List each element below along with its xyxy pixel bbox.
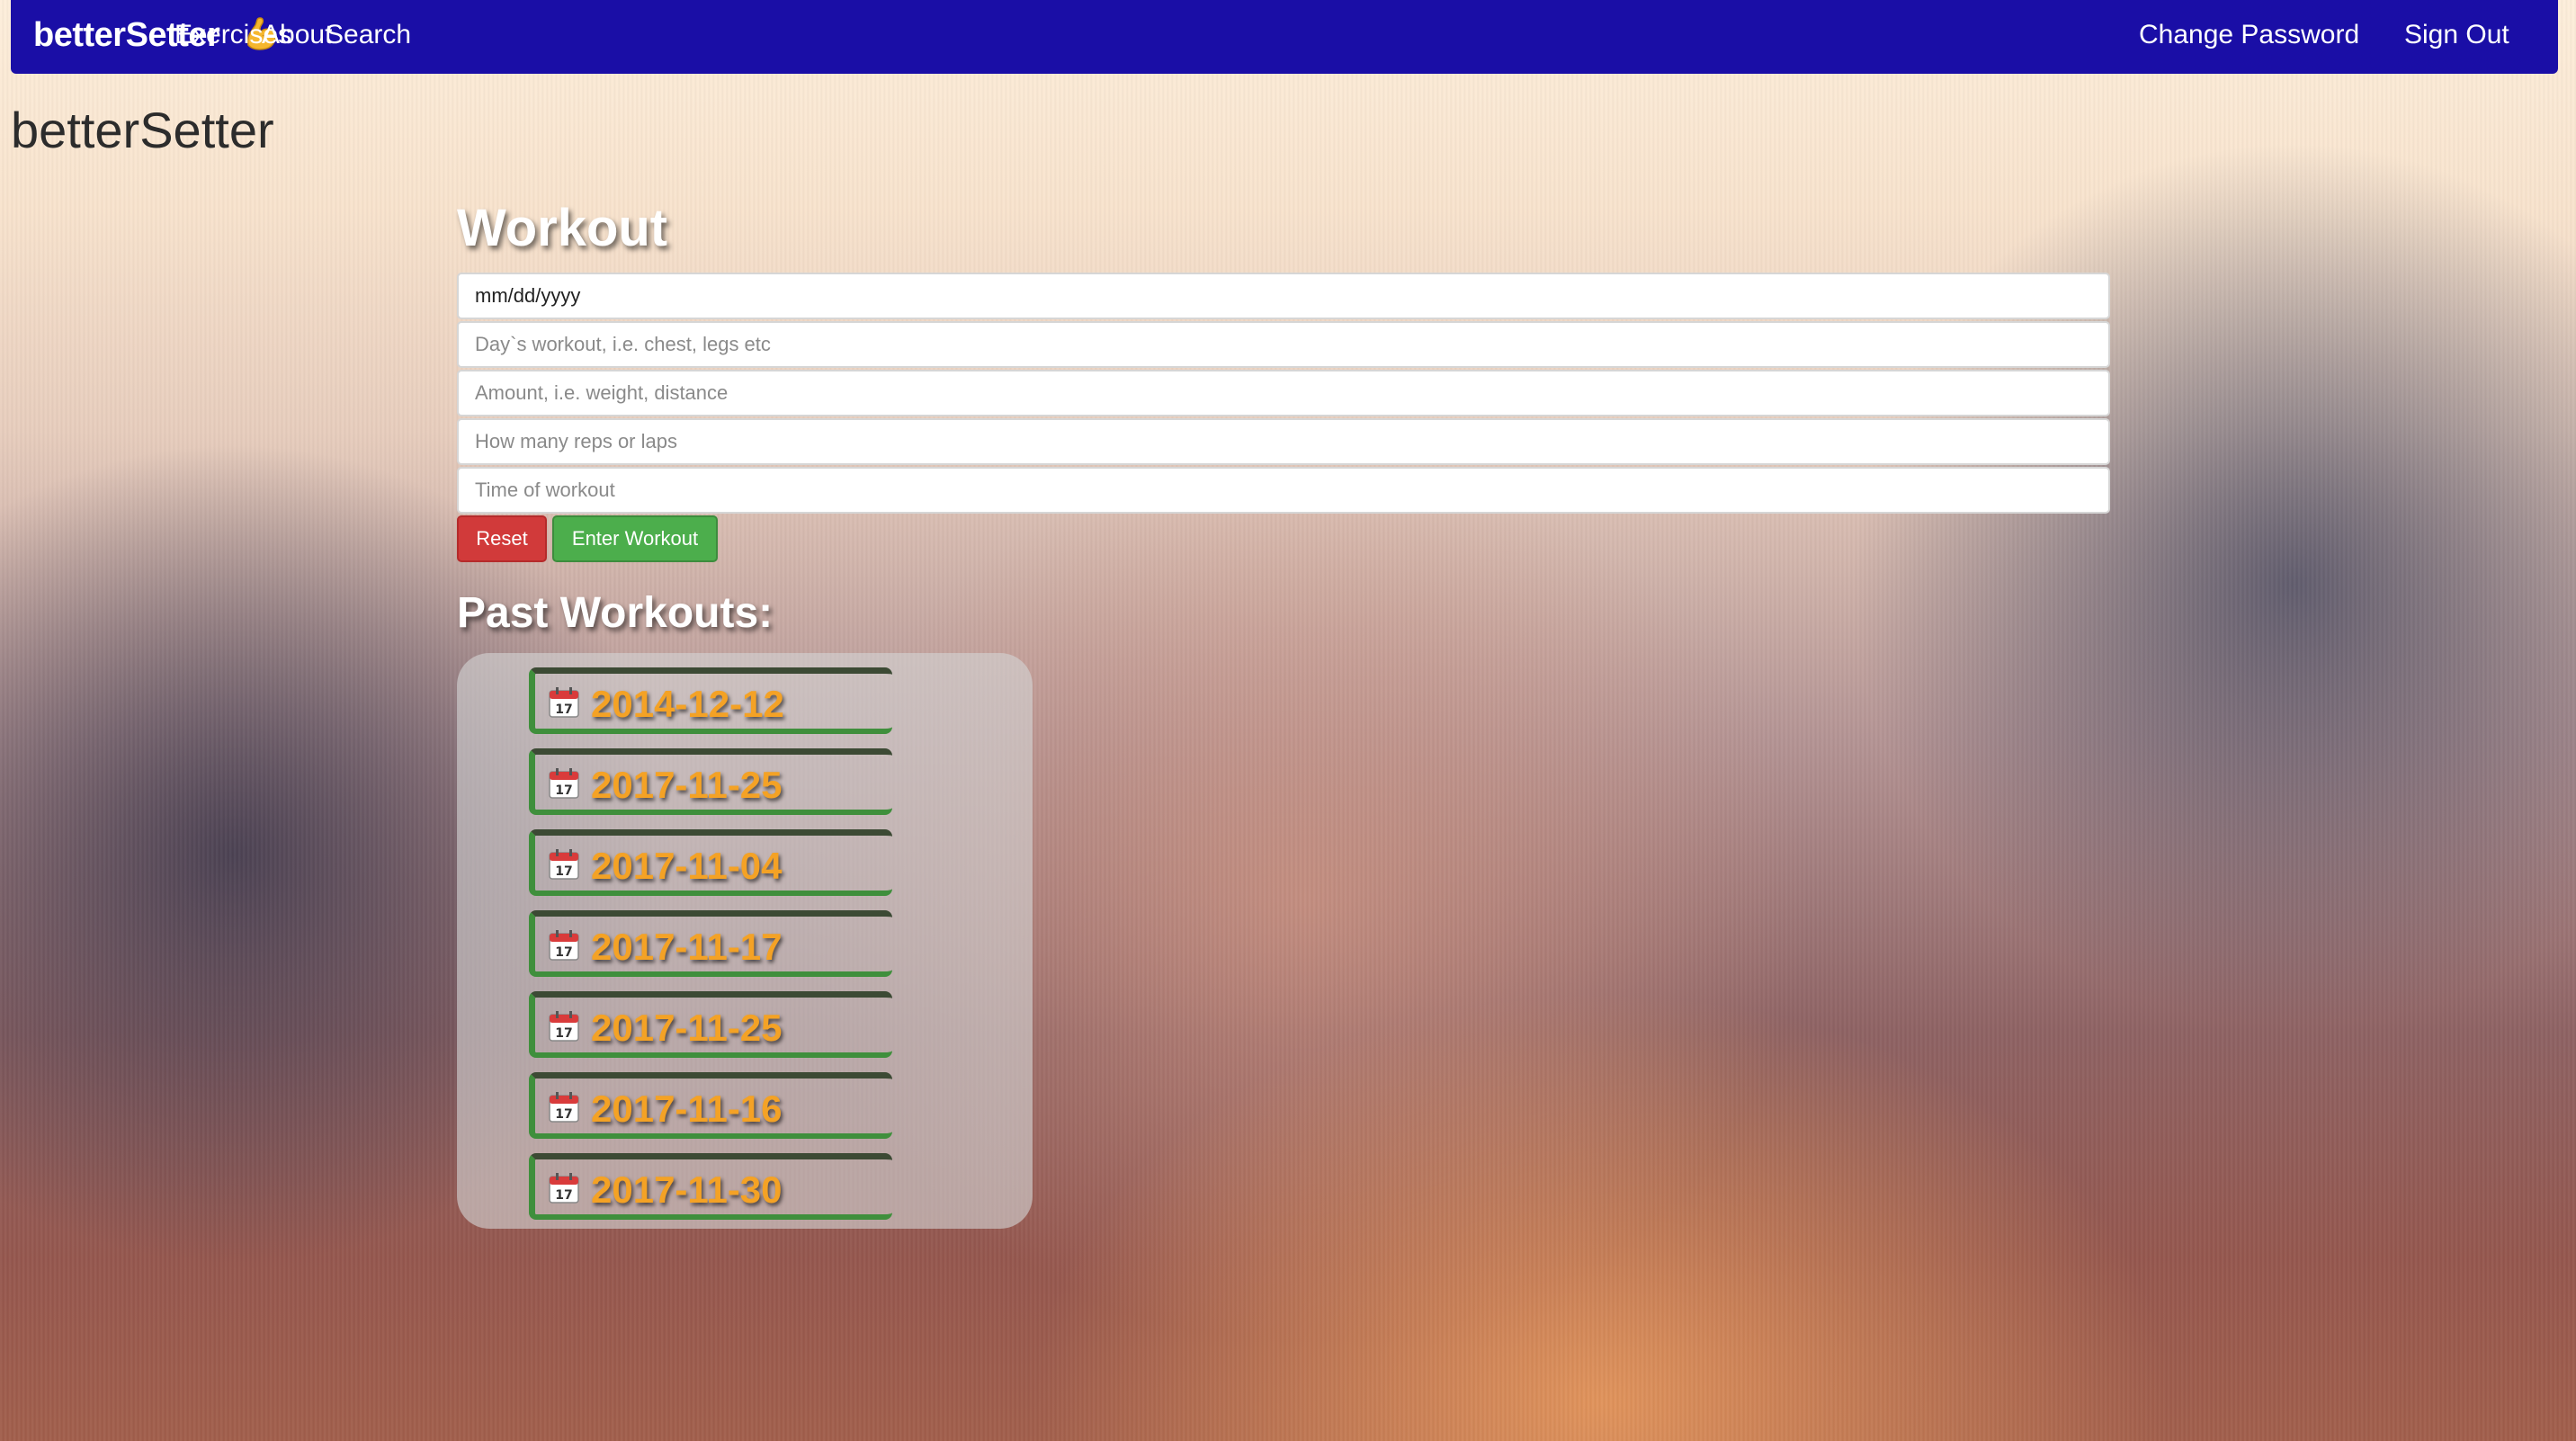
nav-about-link[interactable]: About — [262, 20, 332, 50]
past-workout-date: 2017-11-25 — [591, 1007, 783, 1049]
calendar-icon: 17 — [549, 1173, 579, 1204]
past-workout-item[interactable]: 17 2017-11-30 — [529, 1153, 892, 1220]
calendar-icon: 17 — [549, 1092, 579, 1123]
svg-text:17: 17 — [555, 783, 572, 798]
calendar-icon: 17 — [549, 930, 579, 961]
page-title: betterSetter — [11, 102, 274, 158]
past-workout-date: 2017-11-17 — [591, 926, 783, 968]
reset-button[interactable]: Reset — [457, 515, 547, 562]
navbar: betterSetter Exercises About Search Chan… — [11, 0, 2558, 74]
enter-workout-button[interactable]: Enter Workout — [552, 515, 718, 562]
calendar-icon: 17 — [549, 768, 579, 799]
past-workout-date: 2014-12-12 — [591, 683, 784, 725]
svg-text:17: 17 — [555, 1107, 572, 1122]
nav-change-password-link[interactable]: Change Password — [2139, 20, 2359, 50]
workout-heading: Workout — [457, 199, 668, 257]
past-workout-date: 2017-11-25 — [591, 764, 783, 806]
nav-sign-out-link[interactable]: Sign Out — [2404, 20, 2509, 50]
past-workout-item[interactable]: 17 2017-11-17 — [529, 910, 892, 977]
svg-text:17: 17 — [555, 864, 572, 879]
calendar-icon: 17 — [549, 1011, 579, 1042]
reps-input[interactable] — [457, 418, 2110, 465]
past-workout-date: 2017-11-30 — [591, 1168, 783, 1211]
past-workouts-heading: Past Workouts: — [457, 589, 774, 637]
past-workout-item[interactable]: 17 2017-11-16 — [529, 1072, 892, 1139]
nav-search-link[interactable]: Search — [326, 20, 411, 50]
svg-text:17: 17 — [555, 945, 572, 960]
past-workout-date: 2017-11-04 — [591, 845, 783, 887]
past-workout-item[interactable]: 17 2014-12-12 — [529, 667, 892, 734]
calendar-icon: 17 — [549, 687, 579, 718]
past-workout-date: 2017-11-16 — [591, 1087, 783, 1130]
past-workout-item[interactable]: 17 2017-11-25 — [529, 748, 892, 815]
svg-text:17: 17 — [555, 1188, 572, 1203]
time-input[interactable] — [457, 467, 2110, 514]
amount-input[interactable] — [457, 370, 2110, 416]
past-workout-item[interactable]: 17 2017-11-25 — [529, 991, 892, 1058]
date-input[interactable] — [457, 273, 2110, 319]
svg-text:17: 17 — [555, 1026, 572, 1041]
svg-text:17: 17 — [555, 703, 572, 717]
workout-type-input[interactable] — [457, 321, 2110, 368]
calendar-icon: 17 — [549, 849, 579, 880]
past-workout-item[interactable]: 17 2017-11-04 — [529, 829, 892, 896]
